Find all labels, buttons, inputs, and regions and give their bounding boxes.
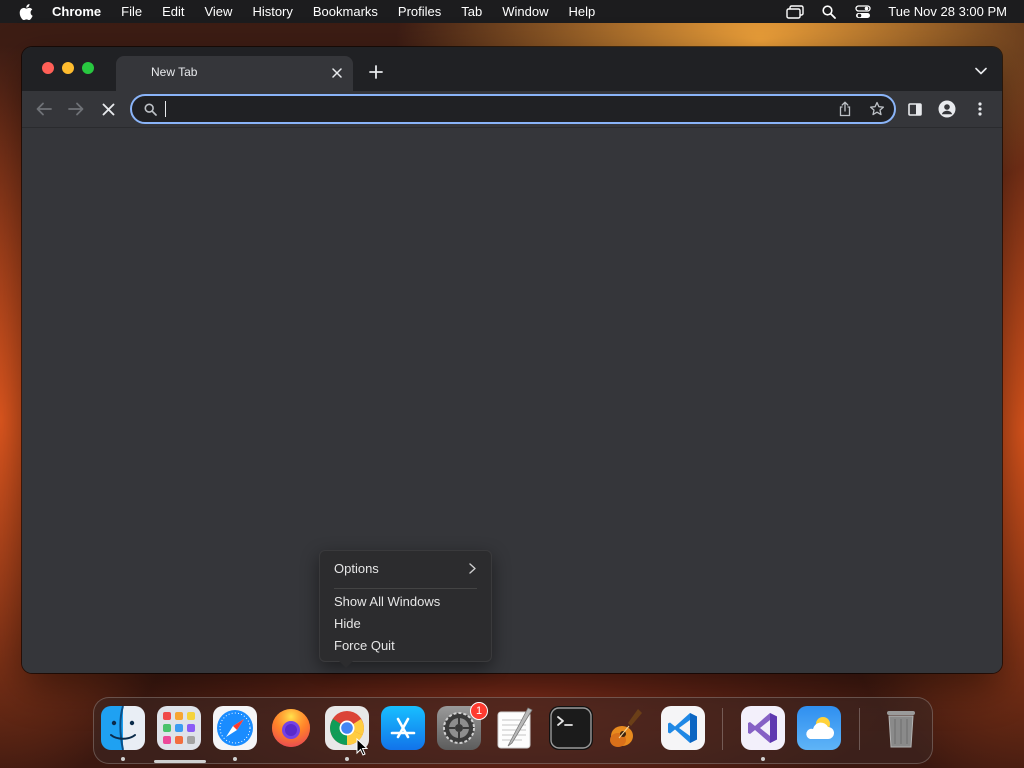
tab-new-tab[interactable]: New Tab bbox=[116, 56, 353, 91]
dock-context-menu: Options Show All Windows Hide Force Quit bbox=[319, 550, 492, 662]
new-tab-plus-icon[interactable] bbox=[367, 63, 385, 81]
window-minimize-button[interactable] bbox=[62, 62, 74, 74]
mouse-pointer-icon bbox=[356, 738, 368, 756]
tab-close-icon[interactable] bbox=[329, 65, 345, 81]
textedit-icon[interactable] bbox=[493, 706, 537, 750]
side-panel-icon[interactable] bbox=[904, 98, 926, 120]
menu-view[interactable]: View bbox=[204, 4, 232, 19]
tab-title: New Tab bbox=[151, 65, 198, 79]
running-indicator bbox=[761, 757, 765, 761]
address-input[interactable] bbox=[164, 99, 808, 121]
spotlight-search-icon[interactable] bbox=[820, 4, 838, 20]
context-menu-pointer bbox=[338, 660, 354, 668]
garageband-icon[interactable] bbox=[605, 706, 649, 750]
omnibox-search-icon bbox=[142, 101, 158, 117]
status-area: Tue Nov 28 3:00 PM bbox=[786, 0, 1007, 23]
dock: 1 bbox=[93, 697, 933, 764]
trash-icon[interactable] bbox=[879, 706, 923, 750]
apple-icon[interactable] bbox=[19, 3, 33, 20]
visual-studio-icon[interactable] bbox=[741, 706, 785, 750]
menu-profiles[interactable]: Profiles bbox=[398, 4, 441, 19]
firefox-icon[interactable] bbox=[269, 706, 313, 750]
back-arrow-icon[interactable] bbox=[33, 98, 55, 120]
menu-bar-clock[interactable]: Tue Nov 28 3:00 PM bbox=[888, 4, 1007, 19]
stop-loading-x-icon[interactable] bbox=[97, 98, 119, 120]
terminal-icon[interactable] bbox=[549, 706, 593, 750]
page-content bbox=[22, 128, 1002, 673]
chrome-window: New Tab bbox=[22, 47, 1002, 673]
profile-avatar-icon[interactable] bbox=[936, 98, 958, 120]
context-menu-separator bbox=[334, 588, 477, 589]
more-menu-kebab-icon[interactable] bbox=[969, 98, 991, 120]
tab-search-chevron-icon[interactable] bbox=[974, 64, 988, 78]
context-menu-force-quit[interactable]: Force Quit bbox=[334, 638, 395, 653]
app-store-icon[interactable] bbox=[381, 706, 425, 750]
window-zoom-button[interactable] bbox=[82, 62, 94, 74]
menu-edit[interactable]: Edit bbox=[162, 4, 184, 19]
context-menu-show-all-windows[interactable]: Show All Windows bbox=[334, 594, 440, 609]
menu-help[interactable]: Help bbox=[569, 4, 596, 19]
vscode-icon[interactable] bbox=[661, 706, 705, 750]
weather-icon[interactable] bbox=[797, 706, 841, 750]
menu-file[interactable]: File bbox=[121, 4, 142, 19]
menu-bookmarks[interactable]: Bookmarks bbox=[313, 4, 378, 19]
menu-bar: Chrome File Edit View History Bookmarks … bbox=[0, 0, 1024, 23]
context-menu-options[interactable]: Options bbox=[334, 561, 379, 576]
bookmark-star-icon[interactable] bbox=[868, 100, 886, 118]
forward-arrow-icon[interactable] bbox=[65, 98, 87, 120]
notification-badge: 1 bbox=[470, 702, 488, 720]
address-bar[interactable] bbox=[130, 94, 896, 124]
menu-app-name[interactable]: Chrome bbox=[52, 4, 101, 19]
control-center-icon[interactable] bbox=[854, 4, 872, 20]
tab-strip: New Tab bbox=[22, 47, 1002, 91]
dock-separator bbox=[859, 708, 860, 750]
menu-history[interactable]: History bbox=[252, 4, 292, 19]
window-close-button[interactable] bbox=[42, 62, 54, 74]
finder-icon[interactable] bbox=[101, 706, 145, 750]
browser-toolbar bbox=[22, 91, 1002, 128]
running-indicator bbox=[345, 757, 349, 761]
dock-separator bbox=[722, 708, 723, 750]
context-menu-hide[interactable]: Hide bbox=[334, 616, 361, 631]
dock-active-bar bbox=[154, 760, 206, 763]
menu-tab[interactable]: Tab bbox=[461, 4, 482, 19]
launchpad-icon[interactable] bbox=[157, 706, 201, 750]
screen-mirroring-icon[interactable] bbox=[786, 4, 804, 20]
text-cursor bbox=[165, 101, 166, 117]
running-indicator bbox=[121, 757, 125, 761]
submenu-chevron-right-icon bbox=[469, 562, 477, 574]
safari-icon[interactable] bbox=[213, 706, 257, 750]
menu-window[interactable]: Window bbox=[502, 4, 548, 19]
share-icon[interactable] bbox=[836, 100, 854, 118]
running-indicator bbox=[233, 757, 237, 761]
